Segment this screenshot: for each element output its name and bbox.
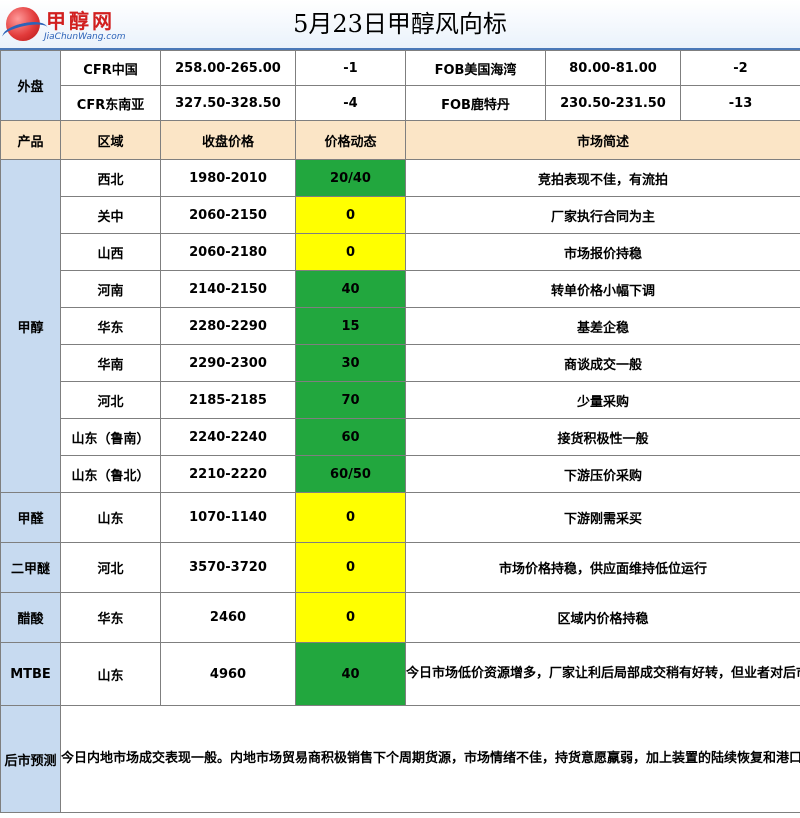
change-cell: 30: [295, 344, 406, 382]
comment-cell: 基差企稳: [405, 307, 800, 345]
external-market-price: 327.50-328.50: [160, 85, 296, 121]
external-market-change: -1: [295, 50, 406, 86]
table-row: 甲醛 山东 1070-1140 0 下游刚需采买: [0, 492, 800, 543]
price-cell: 2460: [160, 592, 296, 643]
change-cell: 40: [295, 642, 406, 706]
change-cell: 0: [295, 492, 406, 543]
table-row: 山西 2060-2180 0 市场报价持稳: [1, 233, 800, 271]
change-cell: 15: [295, 307, 406, 345]
comment-cell: 市场报价持稳: [405, 233, 800, 271]
external-market-change: -13: [680, 85, 800, 121]
price-cell: 2290-2300: [160, 344, 296, 382]
comment-cell: 下游刚需采买: [405, 492, 800, 543]
title-bar: 甲醇网 JiaChunWang.com 5月23日甲醇风向标: [0, 0, 800, 50]
price-cell: 2185-2185: [160, 381, 296, 419]
table-row: 醋酸 华东 2460 0 区域内价格持稳: [0, 592, 800, 643]
external-market-price: 258.00-265.00: [160, 50, 296, 86]
comment-cell: 下游压价采购: [405, 455, 800, 493]
price-cell: 1070-1140: [160, 492, 296, 543]
region-cell: 河北: [60, 381, 161, 419]
price-cell: 1980-2010: [160, 159, 296, 197]
price-cell: 2060-2180: [160, 233, 296, 271]
change-cell: 60: [295, 418, 406, 456]
price-cell: 2060-2150: [160, 196, 296, 234]
price-cell: 3570-3720: [160, 542, 296, 593]
price-cell: 2240-2240: [160, 418, 296, 456]
price-cell: 2210-2220: [160, 455, 296, 493]
page-title: 5月23日甲醇风向标: [293, 10, 507, 38]
change-cell: 60/50: [295, 455, 406, 493]
external-row: CFR东南亚 327.50-328.50 -4 FOB鹿特丹 230.50-23…: [1, 85, 800, 121]
price-cell: 2280-2290: [160, 307, 296, 345]
table-row: 山东（鲁南） 2240-2240 60 接货积极性一般: [1, 418, 800, 456]
table-row: 河北 2185-2185 70 少量采购: [1, 381, 800, 419]
forecast-row: 后市预测 今日内地市场成交表现一般。内地市场贸易商积极销售下个周期货源，市场情绪…: [0, 705, 800, 813]
external-label: 外盘: [0, 50, 61, 121]
external-market-price: 230.50-231.50: [545, 85, 681, 121]
comment-cell: 厂家执行合同为主: [405, 196, 800, 234]
external-market-price: 80.00-81.00: [545, 50, 681, 86]
price-cell: 2140-2150: [160, 270, 296, 308]
external-market-change: -2: [680, 50, 800, 86]
table-row: 华东 2280-2290 15 基差企稳: [1, 307, 800, 345]
region-cell: 山东: [60, 492, 161, 543]
price-table: 外盘 CFR中国 258.00-265.00 -1 FOB美国海湾 80.00-…: [0, 50, 800, 813]
external-market-name: CFR中国: [60, 50, 161, 86]
external-market-change: -4: [295, 85, 406, 121]
region-cell: 山东: [60, 642, 161, 706]
table-row: 甲醇 西北 1980-2010 20/40 竞拍表现不佳，有流拍: [0, 159, 800, 493]
comment-cell: 接货积极性一般: [405, 418, 800, 456]
external-market-name: CFR东南亚: [60, 85, 161, 121]
column-header-region: 区域: [60, 120, 161, 160]
column-header-product: 产品: [0, 120, 61, 160]
comment-cell: 市场价格持稳，供应面维持低位运行: [405, 542, 800, 593]
region-cell: 山东（鲁北）: [60, 455, 161, 493]
comment-cell: 少量采购: [405, 381, 800, 419]
change-cell: 70: [295, 381, 406, 419]
change-cell: 0: [295, 233, 406, 271]
comment-cell: 今日市场低价资源增多，厂家让利后局部成交稍有好转，但业者对后市多存有谨慎心态，采…: [405, 642, 800, 706]
table-row: 关中 2060-2150 0 厂家执行合同为主: [1, 196, 800, 234]
column-header-row: 产品 区域 收盘价格 价格动态 市场简述: [0, 120, 800, 160]
change-cell: 40: [295, 270, 406, 308]
product-label: MTBE: [0, 642, 61, 706]
region-cell: 华东: [60, 592, 161, 643]
comment-cell: 转单价格小幅下调: [405, 270, 800, 308]
change-cell: 20/40: [295, 159, 406, 197]
product-label: 甲醇: [0, 159, 61, 493]
external-market-name: FOB美国海湾: [405, 50, 546, 86]
region-cell: 关中: [60, 196, 161, 234]
region-cell: 华南: [60, 344, 161, 382]
forecast-text: 今日内地市场成交表现一般。内地市场贸易商积极销售下个周期货源，市场情绪不佳，持货…: [60, 705, 800, 813]
change-cell: 0: [295, 542, 406, 593]
column-header-price: 收盘价格: [160, 120, 296, 160]
change-cell: 0: [295, 592, 406, 643]
table-row: 山东（鲁北） 2210-2220 60/50 下游压价采购: [1, 455, 800, 493]
external-row: 外盘 CFR中国 258.00-265.00 -1 FOB美国海湾 80.00-…: [0, 50, 800, 121]
region-cell: 华东: [60, 307, 161, 345]
table-row: 华南 2290-2300 30 商谈成交一般: [1, 344, 800, 382]
region-cell: 河北: [60, 542, 161, 593]
price-cell: 4960: [160, 642, 296, 706]
forecast-label: 后市预测: [0, 705, 61, 813]
sheet: 甲醇网 JiaChunWang.com 5月23日甲醇风向标 外盘 CFR中国 …: [0, 0, 800, 818]
table-row: 二甲醚 河北 3570-3720 0 市场价格持稳，供应面维持低位运行: [0, 542, 800, 593]
region-cell: 河南: [60, 270, 161, 308]
table-row: 河南 2140-2150 40 转单价格小幅下调: [1, 270, 800, 308]
column-header-comment: 市场简述: [405, 120, 800, 160]
column-header-change: 价格动态: [295, 120, 406, 160]
table-row: MTBE 山东 4960 40 今日市场低价资源增多，厂家让利后局部成交稍有好转…: [0, 642, 800, 706]
product-label: 二甲醚: [0, 542, 61, 593]
comment-cell: 竞拍表现不佳，有流拍: [405, 159, 800, 197]
product-label: 醋酸: [0, 592, 61, 643]
product-label: 甲醛: [0, 492, 61, 543]
comment-cell: 商谈成交一般: [405, 344, 800, 382]
region-cell: 西北: [60, 159, 161, 197]
external-market-name: FOB鹿特丹: [405, 85, 546, 121]
change-cell: 0: [295, 196, 406, 234]
region-cell: 山东（鲁南）: [60, 418, 161, 456]
comment-cell: 区域内价格持稳: [405, 592, 800, 643]
region-cell: 山西: [60, 233, 161, 271]
